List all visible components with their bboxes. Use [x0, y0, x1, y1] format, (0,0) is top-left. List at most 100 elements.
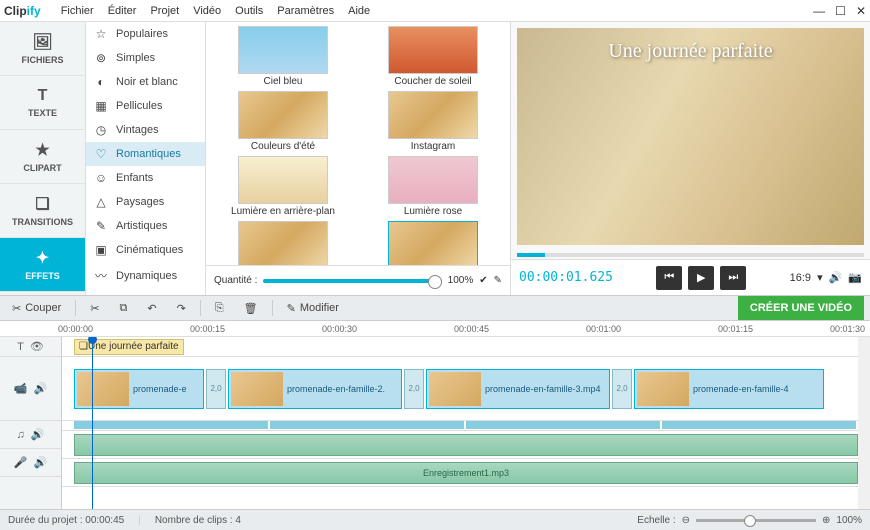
playhead[interactable]: [92, 337, 93, 509]
preview-progress[interactable]: [517, 253, 864, 257]
text-track-head: T👁: [0, 337, 61, 357]
split-icon[interactable]: ✂: [84, 299, 105, 318]
star-icon: ★: [35, 140, 49, 160]
menubar: Fichier Éditer Projet Vidéo Outils Param…: [61, 5, 370, 17]
volume-icon[interactable]: 🔊: [34, 382, 48, 395]
efx-cinematic[interactable]: ▣Cinématiques: [86, 238, 205, 262]
crop-icon[interactable]: ⧉: [114, 299, 134, 318]
statusbar: Durée du projet : 00:00:45 | Nombre de c…: [0, 509, 870, 530]
close-button[interactable]: ✕: [856, 4, 866, 18]
image-icon: 🖼: [32, 32, 52, 52]
play-button[interactable]: ▶: [688, 266, 714, 290]
timeline: 00:00:00 00:00:15 00:00:30 00:00:45 00:0…: [0, 321, 870, 509]
menu-tools[interactable]: Outils: [235, 5, 263, 17]
heart-icon: ♡: [94, 147, 108, 161]
cut-button[interactable]: ✂ Couper: [6, 299, 67, 318]
person-icon: ☻: [94, 294, 108, 295]
video-clip-2[interactable]: promenade-en-famille-2.: [228, 369, 402, 409]
next-button[interactable]: ⏭: [720, 266, 746, 290]
video-icon: 📹: [14, 382, 28, 395]
quantity-slider[interactable]: [263, 279, 441, 283]
redo-icon[interactable]: ↷: [171, 299, 192, 318]
smile-icon: ☺: [94, 171, 108, 185]
preview-overlay-text: Une journée parfaite: [608, 40, 772, 63]
camera-icon: ▣: [94, 243, 108, 257]
layers-icon: ❏: [35, 194, 49, 214]
maximize-button[interactable]: ☐: [835, 4, 846, 18]
video-clip-1[interactable]: promenade-e: [74, 369, 204, 409]
gallery-footer: Quantité : 100% ✔ ✎: [206, 265, 510, 295]
tab-text[interactable]: TTEXTE: [0, 76, 85, 130]
menu-video[interactable]: Vidéo: [193, 5, 221, 17]
preview-canvas[interactable]: Une journée parfaite: [517, 28, 864, 245]
efx-vintage[interactable]: ◷Vintages: [86, 118, 205, 142]
thumb-couleurs[interactable]: Couleurs d'été: [214, 91, 352, 152]
audio-track-2[interactable]: Enregistrement1.mp3: [62, 459, 858, 487]
zoom-slider[interactable]: [696, 519, 816, 522]
thumb-ciel-bleu[interactable]: Ciel bleu: [214, 26, 352, 87]
efx-simple[interactable]: ⊚Simples: [86, 46, 205, 70]
transition-3[interactable]: 2,0: [612, 369, 632, 409]
menu-file[interactable]: Fichier: [61, 5, 94, 17]
film-icon: ▦: [94, 99, 108, 113]
efx-my[interactable]: ☻Mes effets: [86, 289, 205, 295]
delete-icon[interactable]: 🗑: [238, 299, 264, 318]
app-logo: Clipify: [4, 4, 41, 18]
thumb-instagram[interactable]: Instagram: [364, 91, 502, 152]
contrast-icon: ◐: [94, 75, 108, 89]
efx-popular[interactable]: ☆Populaires: [86, 22, 205, 46]
video-track[interactable]: promenade-e 2,0 promenade-en-famille-2. …: [62, 357, 858, 421]
audio-track-head: ♫🔊: [0, 421, 61, 449]
video-clip-3[interactable]: promenade-en-famille-3.mp4: [426, 369, 610, 409]
vertical-scrollbar[interactable]: [858, 337, 870, 509]
menu-settings[interactable]: Paramètres: [277, 5, 334, 17]
efx-artistic[interactable]: ✎Artistiques: [86, 214, 205, 238]
apply-icon[interactable]: ✔: [479, 275, 487, 286]
efx-bw[interactable]: ◐Noir et blanc: [86, 70, 205, 94]
thumb-super-ambiance[interactable]: Super ambiance: [364, 221, 502, 265]
clock-icon: ◷: [94, 123, 108, 137]
create-video-button[interactable]: CRÉER UNE VIDÉO: [738, 296, 864, 320]
menu-project[interactable]: Projet: [150, 5, 179, 17]
track-body[interactable]: ❏ Une journée parfaite promenade-e 2,0 p…: [62, 337, 858, 509]
video-clip-4[interactable]: promenade-en-famille-4: [634, 369, 824, 409]
aspect-ratio[interactable]: 16:9: [790, 272, 811, 284]
thumb-coucher[interactable]: Coucher de soleil: [364, 26, 502, 87]
volume-icon[interactable]: 🔊: [31, 428, 45, 441]
thumb-muguet[interactable]: Muguet: [214, 221, 352, 265]
volume-icon[interactable]: 🔊: [829, 271, 843, 284]
efx-kids[interactable]: ☺Enfants: [86, 166, 205, 190]
minimize-button[interactable]: —: [813, 4, 825, 18]
zoom-out-icon[interactable]: ⊖: [682, 515, 690, 526]
transition-2[interactable]: 2,0: [404, 369, 424, 409]
palette-icon: ✎: [94, 219, 108, 233]
efx-dynamic[interactable]: 〰Dynamiques: [86, 262, 205, 289]
tab-clipart[interactable]: ★CLIPART: [0, 130, 85, 184]
tab-transitions[interactable]: ❏TRANSITIONS: [0, 184, 85, 238]
undo-icon[interactable]: ↶: [141, 299, 162, 318]
menu-edit[interactable]: Éditer: [108, 5, 137, 17]
efx-landscape[interactable]: △Paysages: [86, 190, 205, 214]
zoom-in-icon[interactable]: ⊕: [822, 515, 830, 526]
prev-button[interactable]: ⏮: [656, 266, 682, 290]
menu-help[interactable]: Aide: [348, 5, 370, 17]
audio-track-1[interactable]: [62, 431, 858, 459]
text-track[interactable]: ❏ Une journée parfaite: [62, 337, 858, 357]
thumb-lumiere-arriere[interactable]: Lumière en arrière-plan: [214, 156, 352, 217]
snapshot-icon[interactable]: 📷: [848, 271, 862, 284]
audio-clip-1[interactable]: [74, 434, 858, 456]
volume-icon[interactable]: 🔊: [34, 456, 48, 469]
tab-files[interactable]: 🖼FICHIERS: [0, 22, 85, 76]
copy-icon[interactable]: ⎘: [209, 299, 230, 318]
tab-effects[interactable]: ✦EFFETS: [0, 238, 85, 292]
audio-clip-2[interactable]: Enregistrement1.mp3: [74, 462, 858, 484]
edit-button[interactable]: ✎ Modifier: [281, 299, 345, 318]
wand-icon[interactable]: ✎: [494, 275, 502, 286]
transition-1[interactable]: 2,0: [206, 369, 226, 409]
thumb-lumiere-rose[interactable]: Lumière rose: [364, 156, 502, 217]
efx-film[interactable]: ▦Pellicules: [86, 94, 205, 118]
time-ruler[interactable]: 00:00:00 00:00:15 00:00:30 00:00:45 00:0…: [0, 321, 870, 337]
efx-romantic[interactable]: ♡Romantiques: [86, 142, 205, 166]
window-controls: — ☐ ✕: [813, 4, 866, 18]
eye-icon[interactable]: 👁: [30, 340, 44, 353]
